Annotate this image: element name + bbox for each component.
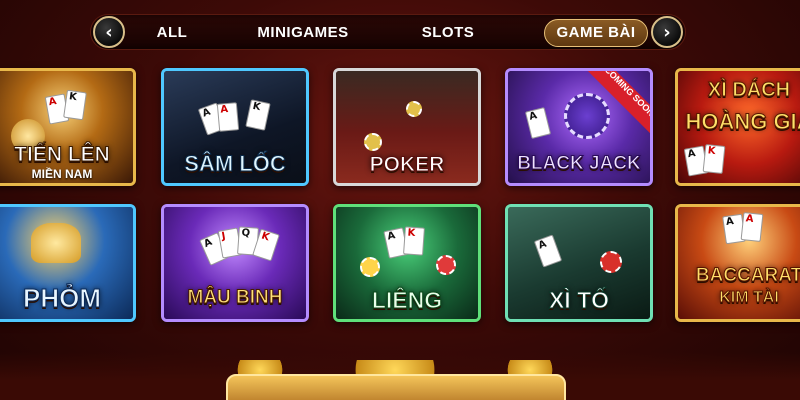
- game-tile-poker[interactable]: POKER: [333, 68, 481, 186]
- playing-card-icon: K: [403, 226, 425, 256]
- game-tile-tien-len[interactable]: A K TIẾN LÊN MIỀN NAM: [0, 68, 136, 186]
- game-tile-phom[interactable]: PHỎM: [0, 204, 136, 322]
- game-tile-sam-loc[interactable]: A A K SÂM LỐC: [161, 68, 309, 186]
- game-title: BLACK JACK: [517, 153, 642, 175]
- bottom-banner-plaque: [226, 374, 566, 400]
- game-subtitle: HOÀNG GIA: [685, 109, 800, 135]
- game-title: MẬU BINH: [187, 287, 283, 309]
- tab-all[interactable]: ALL: [152, 22, 192, 44]
- game-title: TIẾN LÊN: [14, 143, 111, 167]
- gold-pot-icon: [31, 223, 81, 263]
- tab-minigames[interactable]: MINIGAMES: [250, 22, 356, 44]
- game-title: BACCARAT: [695, 265, 800, 287]
- tab-slots[interactable]: SLOTS: [416, 22, 480, 44]
- game-title: LIÊNG: [371, 287, 443, 314]
- game-tile-xi-dach[interactable]: XÌ DÁCH HOÀNG GIA A K: [675, 68, 800, 186]
- game-title: SÂM LỐC: [184, 151, 286, 177]
- poker-chip-icon: [600, 251, 622, 273]
- game-tile-mau-binh[interactable]: A J Q K MẬU BINH: [161, 204, 309, 322]
- game-tile-xi-to[interactable]: A XÌ TỐ: [505, 204, 653, 322]
- game-tile-baccarat[interactable]: A A BACCARAT KIM TÀI: [675, 204, 800, 322]
- game-subtitle: KIM TÀI: [719, 289, 780, 307]
- poker-chip-icon: [360, 257, 380, 277]
- game-title: POKER: [369, 153, 445, 177]
- poker-chip-icon: [406, 101, 422, 117]
- game-tile-lieng[interactable]: A K LIÊNG: [333, 204, 481, 322]
- game-title: XÌ DÁCH: [707, 79, 791, 102]
- playing-card-icon: A: [216, 102, 240, 132]
- game-title: XÌ TỐ: [548, 287, 610, 314]
- poker-chip-icon: [364, 133, 382, 151]
- spade-chip-icon: [564, 93, 610, 139]
- game-title: PHỎM: [23, 283, 102, 314]
- playing-card-icon: K: [63, 89, 87, 121]
- game-subtitle: MIỀN NAM: [31, 167, 93, 181]
- nav-prev-arrow-icon[interactable]: ‹: [93, 16, 125, 48]
- playing-card-icon: K: [702, 144, 726, 174]
- nav-next-arrow-icon[interactable]: ›: [651, 16, 683, 48]
- tab-game-bai[interactable]: GAME BÀI: [544, 19, 648, 47]
- game-tile-black-jack[interactable]: A COMING SOON BLACK JACK: [505, 68, 653, 186]
- poker-chip-icon: [436, 255, 456, 275]
- playing-card-icon: A: [740, 212, 764, 242]
